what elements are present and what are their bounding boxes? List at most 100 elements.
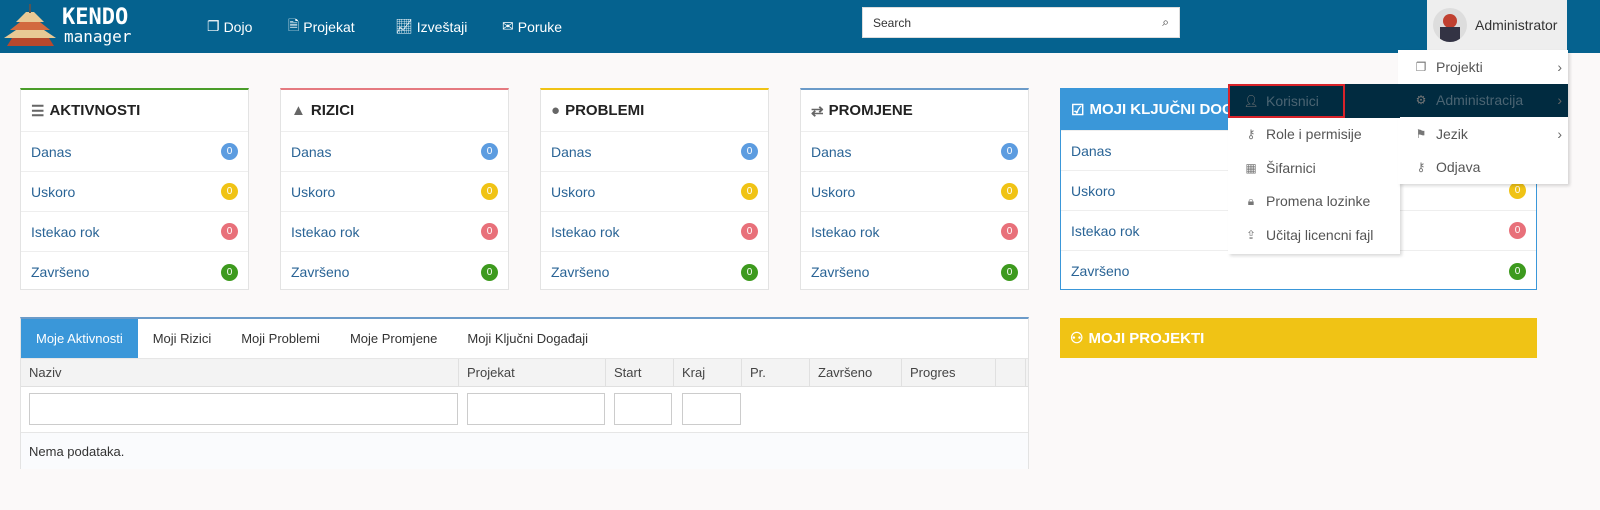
summary-card: ⇄ PROMJENE Danas 0 Uskoro 0 Istekao rok 0 Završe… — [800, 88, 1029, 290]
card-header: ● PROBLEMI — [541, 90, 768, 132]
copy-icon: ❐ — [207, 18, 220, 34]
card-row[interactable]: Danas0 — [801, 132, 1028, 172]
search-icon[interactable]: ⌕ — [1162, 15, 1169, 30]
column-header[interactable]: Progres — [902, 359, 996, 386]
chart-icon: 📈︎ — [395, 18, 413, 34]
logo[interactable]: KENDO manager — [4, 2, 154, 48]
nav-projekat[interactable]: 🗎 Projekat — [288, 0, 355, 53]
column-header[interactable]: Završeno — [810, 359, 902, 386]
count-badge: 0 — [221, 183, 238, 200]
card-row[interactable]: Završeno 0 — [281, 252, 508, 292]
count-badge: 0 — [741, 143, 758, 160]
filter-naziv[interactable] — [29, 393, 458, 425]
filter-projekat[interactable] — [467, 393, 605, 425]
tab-item[interactable]: Moji Problemi — [226, 319, 335, 358]
key-icon: ⚷ — [1416, 160, 1426, 175]
tab-item[interactable]: Moje Promjene — [335, 319, 452, 358]
submenu-item[interactable]: 👤︎ Korisnici — [1228, 84, 1345, 118]
submenu-active-row-fill — [1345, 84, 1400, 118]
tab-item[interactable]: Moji Ključni Događaji — [452, 319, 603, 358]
submenu-item[interactable]: ⇪ Učitaj licencni fajl — [1228, 218, 1400, 252]
count-badge: 0 — [741, 183, 758, 200]
filter-start[interactable] — [614, 393, 672, 425]
card-header: ☰ AKTIVNOSTI — [21, 90, 248, 132]
user-menu-item[interactable]: ⚙ Administracija › — [1398, 83, 1568, 117]
sitemap-icon: ⚇ — [1070, 330, 1084, 347]
count-badge: 0 — [1001, 183, 1018, 200]
cubes-icon: ⚙ — [1415, 93, 1427, 108]
filter-kraj[interactable] — [682, 393, 741, 425]
exclamation-icon: ● — [551, 102, 561, 119]
flag-icon: ⚑ — [1415, 126, 1427, 141]
items-tabstrip: Moje Aktivnosti Moji Rizici Moji Problemi M… — [20, 317, 1029, 469]
count-badge: 0 — [1001, 143, 1018, 160]
lock-icon: 🔒︎ — [1247, 193, 1255, 208]
card-row[interactable]: Završeno 0 — [801, 252, 1028, 292]
top-navbar: KENDO manager ❐ Dojo 🗎 Projekat 📈︎ Izveštaj… — [0, 0, 1600, 53]
nav-poruke[interactable]: ✉ Poruke — [502, 0, 562, 53]
user-menu-item[interactable]: ❐ Projekti › — [1398, 50, 1568, 84]
user-menu-item[interactable]: ⚑ Jezik › — [1398, 117, 1568, 151]
count-badge: 0 — [741, 263, 758, 281]
count-badge: 0 — [221, 223, 238, 240]
submenu-item[interactable]: ▦ Šifarnici — [1228, 151, 1400, 185]
card-row[interactable]: Danas0 — [21, 132, 248, 172]
card-row[interactable]: Istekao rok 0 — [21, 212, 248, 252]
card-row[interactable]: Istekao rok 0 — [281, 212, 508, 252]
user-icon: 👤︎ — [1243, 93, 1259, 108]
column-header[interactable]: Kraj — [674, 359, 742, 386]
card-row[interactable]: Uskoro 0 — [801, 172, 1028, 212]
tab-item[interactable]: Moji Rizici — [138, 319, 227, 358]
warning-icon: ▲ — [291, 102, 306, 119]
count-badge: 0 — [221, 143, 238, 160]
card-row[interactable]: Danas0 — [281, 132, 508, 172]
card-row[interactable]: Završeno 0 — [541, 252, 768, 292]
card-row[interactable]: Uskoro 0 — [281, 172, 508, 212]
column-spacer — [996, 359, 1026, 386]
card-row[interactable]: Završeno 0 — [1061, 251, 1536, 291]
column-header[interactable]: Projekat — [459, 359, 606, 386]
card-row[interactable]: Završeno 0 — [21, 252, 248, 292]
check-square-icon: ☑ — [1071, 101, 1085, 119]
column-header[interactable]: Pr. — [742, 359, 810, 386]
count-badge: 0 — [741, 223, 758, 240]
count-badge: 0 — [1509, 262, 1526, 280]
card-row[interactable]: Istekao rok 0 — [801, 212, 1028, 252]
nav-izvestaji[interactable]: 📈︎ Izveštaji — [395, 0, 467, 53]
column-header[interactable]: Naziv — [21, 359, 459, 386]
chevron-right-icon: › — [1557, 125, 1562, 142]
card-row[interactable]: Danas0 — [541, 132, 768, 172]
nav-dojo[interactable]: ❐ Dojo — [207, 0, 252, 53]
chevron-right-icon: › — [1557, 58, 1562, 75]
user-menu-toggle[interactable]: Administrator — [1427, 0, 1567, 50]
count-badge: 0 — [1509, 222, 1526, 239]
submenu-item[interactable]: 🔒︎ Promena lozinke — [1228, 185, 1400, 219]
filter-row — [21, 387, 1028, 433]
file-icon: 🗎 — [288, 16, 300, 33]
chevron-right-icon: › — [1557, 92, 1562, 109]
list-icon: ☰ — [31, 102, 45, 120]
card-row[interactable]: Istekao rok 0 — [541, 212, 768, 252]
files-icon: ❐ — [1415, 59, 1427, 74]
count-badge: 0 — [481, 143, 498, 160]
envelope-icon: ✉ — [502, 18, 514, 34]
avatar — [1433, 8, 1467, 42]
exchange-icon: ⇄ — [811, 102, 824, 120]
column-header[interactable]: Start — [606, 359, 674, 386]
count-badge: 0 — [1509, 182, 1526, 199]
upload-icon: ⇪ — [1245, 227, 1257, 242]
count-badge: 0 — [481, 263, 498, 281]
projects-panel-header[interactable]: ⚇ MOJI PROJEKTI — [1060, 318, 1537, 358]
user-dropdown-menu: ❐ Projekti › ⚙ Administracija › ⚑ Jezik › ⚷ Odjava — [1398, 50, 1568, 184]
submenu-item[interactable]: ⚷ Role i permisije — [1228, 118, 1400, 152]
tab-item[interactable]: Moje Aktivnosti — [21, 319, 138, 358]
count-badge: 0 — [221, 263, 238, 281]
search-input[interactable]: Search ⌕ — [862, 7, 1180, 38]
card-row[interactable]: Uskoro 0 — [541, 172, 768, 212]
count-badge: 0 — [1001, 223, 1018, 240]
card-header: ⇄ PROMJENE — [801, 90, 1028, 132]
card-row[interactable]: Uskoro 0 — [21, 172, 248, 212]
table-icon: ▦ — [1245, 160, 1257, 175]
summary-card: ▲ RIZICI Danas 0 Uskoro 0 Istekao rok 0 Završeno… — [280, 88, 509, 290]
user-menu-item[interactable]: ⚷ Odjava — [1398, 151, 1568, 185]
